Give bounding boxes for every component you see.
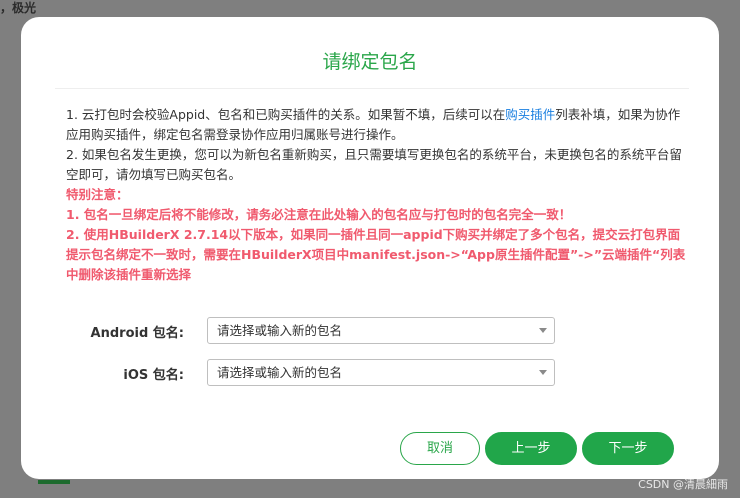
notice-item-2: 2. 如果包名发生更换，您可以为新包名重新购买，且只需要填写更换包名的系统平台，… — [66, 147, 682, 182]
notice-text: 1. 云打包时会校验Appid、包名和已购买插件的关系。如果暂不填，后续可以在购… — [66, 105, 686, 285]
ios-package-select[interactable]: 请选择或输入新的包名 — [207, 359, 555, 386]
ios-package-row: iOS 包名: 请选择或输入新的包名 — [21, 359, 719, 387]
ios-package-label: iOS 包名: — [123, 368, 184, 383]
notice-item-1-pre: 1. 云打包时会校验Appid、包名和已购买插件的关系。如果暂不填，后续可以在 — [66, 107, 506, 122]
next-step-button[interactable]: 下一步 — [582, 432, 674, 465]
title-divider — [55, 88, 689, 89]
background-green-bar — [38, 480, 70, 484]
background-page-text: ，极光 — [0, 1, 37, 15]
chevron-down-icon[interactable] — [539, 370, 547, 375]
cancel-button[interactable]: 取消 — [400, 432, 480, 465]
bind-package-dialog: 请绑定包名 1. 云打包时会校验Appid、包名和已购买插件的关系。如果暂不填，… — [21, 17, 719, 479]
notice-item-1: 1. 云打包时会校验Appid、包名和已购买插件的关系。如果暂不填，后续可以在购… — [66, 105, 686, 145]
buy-plugin-link[interactable]: 购买插件 — [505, 107, 555, 122]
warning-item-2: 2. 使用HBuilderX 2.7.14以下版本，如果同一插件且同一appid… — [66, 227, 686, 282]
android-package-label: Android 包名: — [90, 326, 184, 341]
android-package-value: 请选择或输入新的包名 — [217, 323, 343, 338]
dialog-title: 请绑定包名 — [322, 51, 418, 73]
android-package-select[interactable]: 请选择或输入新的包名 — [207, 317, 555, 344]
ios-package-value: 请选择或输入新的包名 — [217, 365, 343, 380]
warning-item-1: 1. 包名一旦绑定后将不能修改，请务必注意在此处输入的包名应与打包时的包名完全一… — [66, 207, 572, 222]
previous-step-button[interactable]: 上一步 — [485, 432, 577, 465]
warning-title: 特别注意： — [66, 187, 129, 202]
android-package-row: Android 包名: 请选择或输入新的包名 — [21, 317, 719, 345]
chevron-down-icon[interactable] — [539, 328, 547, 333]
